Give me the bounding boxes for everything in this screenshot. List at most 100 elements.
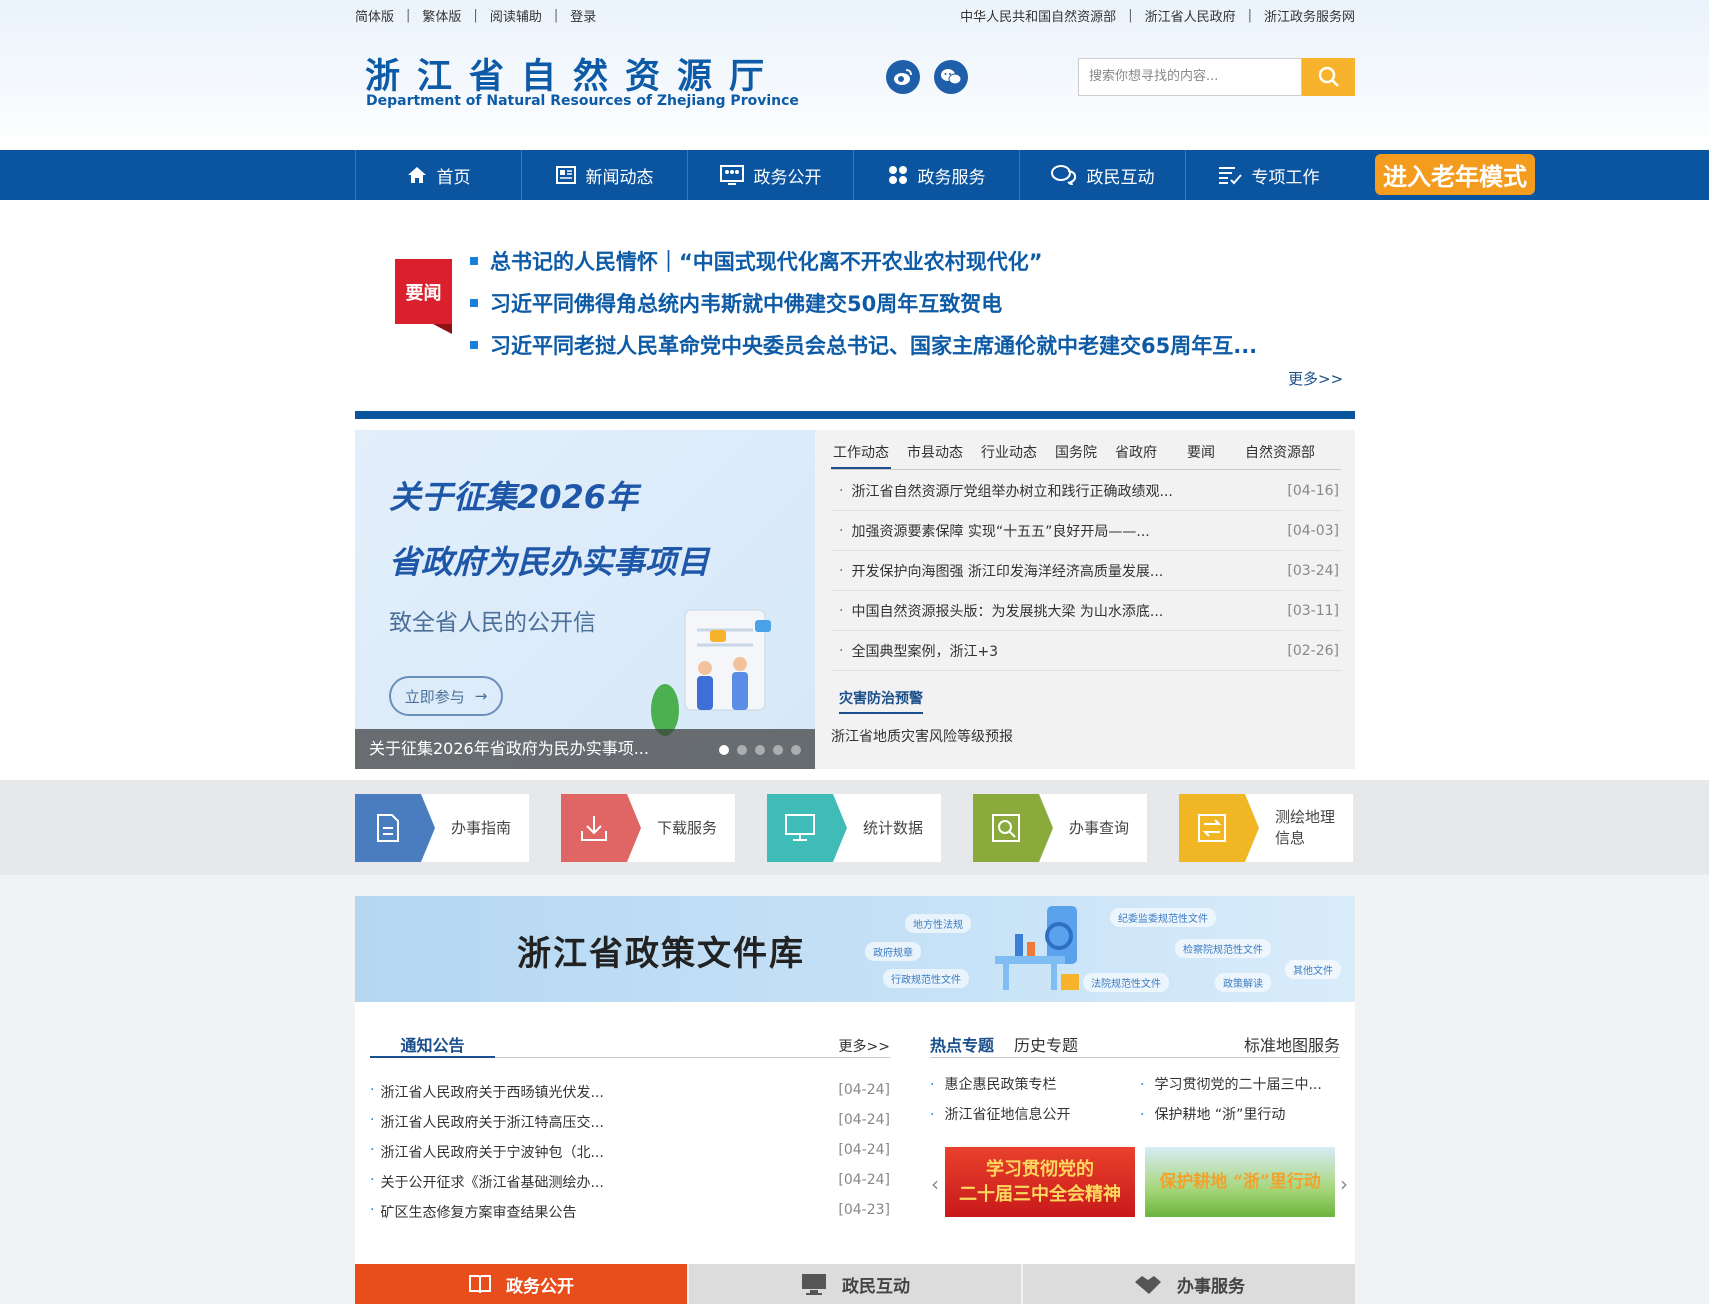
- policy-tag[interactable]: 行政规范性文件: [883, 969, 969, 988]
- headlines-more-link[interactable]: 更多>>: [1288, 368, 1343, 389]
- topic-card-plenum[interactable]: 学习贯彻党的 二十届三中全会精神: [945, 1147, 1135, 1217]
- elder-mode-button[interactable]: 进入老年模式: [1375, 154, 1535, 195]
- wechat-icon[interactable]: [934, 60, 968, 94]
- people-board-icon: [719, 165, 744, 185]
- carousel-dot[interactable]: [791, 745, 801, 755]
- login-link[interactable]: 登录: [570, 6, 596, 25]
- news-row[interactable]: · 浙江省自然资源厅党组举办树立和践行正确政绩观... [04-16]: [831, 471, 1341, 511]
- bullet-icon: ·: [839, 482, 844, 499]
- tab-hot-topics[interactable]: 热点专题: [930, 1032, 994, 1056]
- nav-news[interactable]: 新闻动态: [521, 150, 687, 200]
- tab-standard-map[interactable]: 标准地图服务: [1244, 1032, 1340, 1056]
- service-label: 统计数据: [863, 818, 924, 837]
- notice-text: 浙江省人民政府关于宁波钟包（北...: [380, 1145, 604, 1161]
- footer-tab-interaction[interactable]: 政民互动: [689, 1264, 1021, 1304]
- gov-service-link[interactable]: 浙江政务服务网: [1264, 6, 1355, 25]
- logo-title-en[interactable]: Department of Natural Resources of Zheji…: [366, 93, 799, 109]
- notice-row[interactable]: · 矿区生态修复方案审查结果公告 [04-23]: [370, 1202, 890, 1222]
- tab-state-council[interactable]: 国务院: [1053, 442, 1099, 469]
- separator: |: [1128, 8, 1133, 23]
- news-row[interactable]: · 全国典型案例，浙江+3 [02-26]: [831, 631, 1341, 671]
- search-button[interactable]: [1302, 58, 1355, 96]
- hot-topic-item[interactable]: · 惠企惠民政策专栏: [930, 1074, 1056, 1094]
- news-row[interactable]: · 加强资源要素保障 实现“十五五”良好开局——... [04-03]: [831, 511, 1341, 551]
- policy-tag[interactable]: 政策解读: [1215, 973, 1271, 992]
- traditional-link[interactable]: 繁体版: [422, 6, 461, 25]
- tab-history-topics[interactable]: 历史专题: [1014, 1032, 1078, 1056]
- headline-text: 习近平同佛得角总统内韦斯就中佛建交50周年互致贺电: [490, 292, 1003, 316]
- notice-row[interactable]: · 浙江省人民政府关于西旸镇光伏发... [04-24]: [370, 1082, 890, 1102]
- notice-row[interactable]: · 浙江省人民政府关于浙江特高压交... [04-24]: [370, 1112, 890, 1132]
- nav-home[interactable]: 首页: [355, 150, 521, 200]
- disaster-warning-title[interactable]: 灾害防治预警: [839, 688, 923, 714]
- carousel-dot[interactable]: [773, 745, 783, 755]
- service-label: 办事指南: [451, 818, 512, 837]
- topic-card-farmland[interactable]: 保护耕地 “浙”里行动: [1145, 1147, 1335, 1217]
- notice-row[interactable]: · 关于公开征求《浙江省基础测绘办... [04-24]: [370, 1172, 890, 1192]
- chevron-left-icon[interactable]: ‹: [931, 1172, 939, 1196]
- headline-item[interactable]: 习近平同佛得角总统内韦斯就中佛建交50周年互致贺电: [470, 288, 1002, 318]
- document-icon: [355, 794, 435, 862]
- banner-carousel[interactable]: 关于征集2026年 省政府为民办实事项目 致全省人民的公开信 立即参与 → 关于征…: [355, 430, 815, 769]
- separator: |: [553, 8, 559, 23]
- policy-tag[interactable]: 纪委监委规范性文件: [1110, 908, 1216, 927]
- carousel-dot[interactable]: [755, 745, 765, 755]
- chevron-right-icon[interactable]: ›: [1340, 1172, 1348, 1196]
- policy-tag[interactable]: 其他文件: [1285, 960, 1341, 979]
- nav-gov-service[interactable]: 政务服务: [853, 150, 1019, 200]
- tab-headlines[interactable]: 要闻: [1185, 442, 1217, 469]
- footer-tab-gov-info[interactable]: 政务公开: [355, 1264, 687, 1304]
- tab-industry-news[interactable]: 行业动态: [979, 442, 1039, 469]
- hot-topic-item[interactable]: · 保护耕地 “浙”里行动: [1140, 1104, 1285, 1124]
- policy-tag[interactable]: 政府规章: [865, 942, 921, 961]
- simplified-link[interactable]: 简体版: [355, 6, 394, 25]
- policy-tag[interactable]: 法院规范性文件: [1083, 973, 1169, 992]
- service-download[interactable]: 下载服务: [561, 794, 735, 862]
- carousel-dots: [711, 745, 801, 755]
- news-row[interactable]: · 中国自然资源报头版：为发展挑大梁 为山水添底... [03-11]: [831, 591, 1341, 631]
- notice-date: [04-24]: [838, 1172, 890, 1188]
- notice-row[interactable]: · 浙江省人民政府关于宁波钟包（北... [04-24]: [370, 1142, 890, 1162]
- bullet-icon: ·: [839, 602, 844, 619]
- weibo-icon[interactable]: [886, 60, 920, 94]
- notice-title[interactable]: 通知公告: [370, 1032, 495, 1058]
- nav-special-work[interactable]: 专项工作: [1185, 150, 1351, 200]
- notice-date: [04-24]: [838, 1142, 890, 1158]
- carousel-dot[interactable]: [737, 745, 747, 755]
- disaster-warning-link[interactable]: 浙江省地质灾害风险等级预报: [831, 726, 1013, 746]
- policy-tag[interactable]: 检察院规范性文件: [1175, 939, 1271, 958]
- service-guide[interactable]: 办事指南: [355, 794, 529, 862]
- hot-topic-item[interactable]: · 浙江省征地信息公开: [930, 1104, 1070, 1124]
- bullet-icon: ·: [1140, 1107, 1145, 1123]
- newspaper-icon: [555, 166, 576, 184]
- footer-tab-service[interactable]: 办事服务: [1023, 1264, 1355, 1304]
- logo-title-cn[interactable]: 浙江省自然资源厅: [365, 48, 781, 99]
- bullet-icon: ·: [370, 1112, 375, 1128]
- policy-tag[interactable]: 地方性法规: [905, 914, 971, 933]
- ministry-link[interactable]: 中华人民共和国自然资源部: [960, 6, 1116, 25]
- tab-city-news[interactable]: 市县动态: [905, 442, 965, 469]
- news-title: 全国典型案例，浙江+3: [851, 643, 999, 660]
- service-statistics[interactable]: 统计数据: [767, 794, 941, 862]
- news-row[interactable]: · 开发保护向海图强 浙江印发海洋经济高质量发展... [03-24]: [831, 551, 1341, 591]
- service-label: 下载服务: [657, 818, 718, 837]
- tab-ministry[interactable]: 自然资源部: [1243, 442, 1317, 469]
- headline-item[interactable]: 习近平同老挝人民革命党中央委员会总书记、国家主席通伦就中老建交65周年互...: [470, 330, 1257, 360]
- tab-province-gov[interactable]: 省政府: [1113, 442, 1159, 469]
- headline-item[interactable]: 总书记的人民情怀｜“中国式现代化离不开农业农村现代化”: [470, 246, 1043, 276]
- service-query[interactable]: 办事查询: [973, 794, 1147, 862]
- hot-topic-item[interactable]: · 学习贯彻党的二十届三中...: [1140, 1074, 1322, 1094]
- exchange-icon: [1179, 794, 1259, 862]
- nav-interaction[interactable]: 政民互动: [1019, 150, 1185, 200]
- accessibility-link[interactable]: 阅读辅助: [490, 6, 542, 25]
- carousel-dot[interactable]: [719, 745, 729, 755]
- tab-work-news[interactable]: 工作动态: [831, 442, 891, 469]
- service-survey-geo[interactable]: 测绘地理 信息: [1179, 794, 1353, 862]
- participate-button[interactable]: 立即参与 →: [389, 676, 503, 716]
- notice-more-link[interactable]: 更多>>: [839, 1036, 890, 1056]
- province-gov-link[interactable]: 浙江省人民政府: [1145, 6, 1236, 25]
- search-input[interactable]: 搜索你想寻找的内容...: [1078, 58, 1302, 96]
- policy-library-banner[interactable]: 浙江省政策文件库 地方性法规 纪委监委规范性文件 政府规章 检察院规范性文件 行…: [355, 896, 1355, 1002]
- chat-icon: [1050, 165, 1077, 185]
- nav-gov-info[interactable]: 政务公开: [687, 150, 853, 200]
